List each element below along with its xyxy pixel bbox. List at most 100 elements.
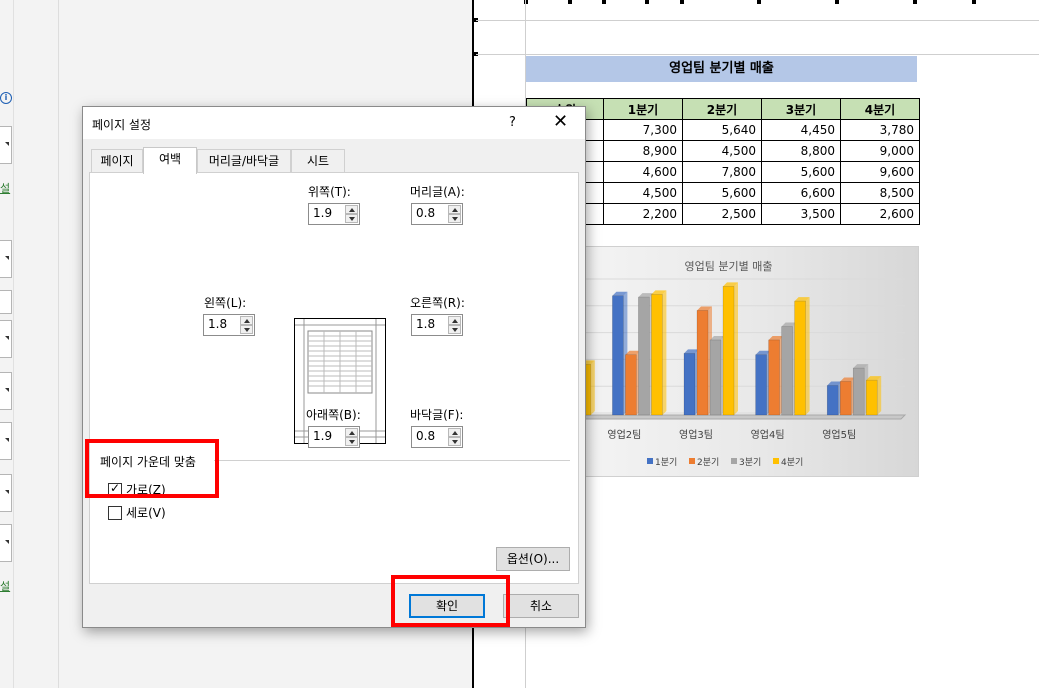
margin-handle[interactable] xyxy=(680,0,684,4)
vertical-checkbox[interactable] xyxy=(108,506,122,520)
category-label: 영업2팀 xyxy=(607,428,641,441)
margin-handle[interactable] xyxy=(568,0,572,4)
bottom-margin-value: 1.9 xyxy=(313,429,333,443)
tab-header-footer[interactable]: 머리글/바닥글 xyxy=(197,149,291,172)
bottom-margin-spinner[interactable]: 1.9 xyxy=(308,426,360,448)
settings-link[interactable]: 설 xyxy=(0,578,10,594)
chart-bar xyxy=(781,326,793,416)
page-preview-graphic xyxy=(295,319,385,443)
spin-up-button[interactable] xyxy=(345,205,358,214)
chart-bar xyxy=(852,367,865,416)
chevron-down-icon xyxy=(5,388,9,392)
highlight-box xyxy=(85,439,219,498)
table-cell: 3,500 xyxy=(761,203,841,225)
spin-down-button[interactable] xyxy=(240,325,253,334)
legend-swatch xyxy=(773,458,779,464)
page-setup-dialog: 페이지 설정 ? ✕ 페이지 여백 머리글/바닥글 시트 위쪽(T): 1.9 … xyxy=(82,106,586,628)
vertical-label[interactable]: 세로(V) xyxy=(126,504,166,521)
chart-bar xyxy=(755,354,767,416)
cancel-button[interactable]: 취소 xyxy=(503,594,579,618)
tab-margins[interactable]: 여백 xyxy=(143,147,197,174)
bar-side xyxy=(734,282,738,415)
arrow-up-icon xyxy=(349,431,355,435)
legend-label: 2분기 xyxy=(697,457,719,468)
spin-down-button[interactable] xyxy=(345,437,358,446)
chevron-down-icon xyxy=(5,256,9,260)
arrow-down-icon xyxy=(244,328,250,332)
spin-up-button[interactable] xyxy=(345,428,358,437)
footer-margin-spinner[interactable]: 0.8 xyxy=(411,426,463,448)
dropdown-stub[interactable] xyxy=(0,372,12,410)
arrow-down-icon xyxy=(452,217,458,221)
left-margin-value: 1.8 xyxy=(208,317,228,331)
right-margin-spinner[interactable]: 1.8 xyxy=(411,314,463,336)
margin-handle[interactable] xyxy=(972,0,976,4)
left-margin-spinner[interactable]: 1.8 xyxy=(203,314,255,336)
margin-guide xyxy=(476,54,1039,55)
chart-bar xyxy=(696,310,709,416)
spin-down-button[interactable] xyxy=(345,214,358,223)
table-header: 1분기 xyxy=(603,98,683,120)
chart-bar xyxy=(768,339,780,416)
chevron-down-icon xyxy=(5,336,9,340)
table-cell: 8,800 xyxy=(761,140,841,162)
margin-handle[interactable] xyxy=(757,0,761,4)
table-header: 2분기 xyxy=(682,98,762,120)
margin-handle[interactable] xyxy=(913,0,917,4)
top-margin-spinner[interactable]: 1.9 xyxy=(308,203,360,225)
legend-label: 1분기 xyxy=(655,457,677,468)
chart-floor xyxy=(545,414,907,420)
spin-down-button[interactable] xyxy=(448,214,461,223)
highlight-box xyxy=(391,575,510,627)
input-stub[interactable] xyxy=(0,290,12,314)
dropdown-stub[interactable] xyxy=(0,524,12,562)
spin-up-button[interactable] xyxy=(240,316,253,325)
info-icon[interactable]: i xyxy=(0,92,12,104)
dropdown-stub[interactable] xyxy=(0,422,12,460)
arrow-up-icon xyxy=(349,208,355,212)
table-cell: 8,500 xyxy=(840,182,920,204)
header-margin-label: 머리글(A): xyxy=(410,185,465,199)
legend-swatch xyxy=(689,458,695,464)
bar-side xyxy=(805,297,810,415)
arrow-up-icon xyxy=(452,319,458,323)
chevron-down-icon xyxy=(5,540,9,544)
header-margin-spinner[interactable]: 0.8 xyxy=(411,203,463,225)
margin-handle[interactable] xyxy=(835,0,839,4)
dropdown-stub[interactable] xyxy=(0,320,12,358)
table-cell: 4,500 xyxy=(682,140,762,162)
right-margin-label: 오른쪽(R): xyxy=(410,296,465,310)
table-cell: 5,600 xyxy=(761,161,841,183)
tab-page[interactable]: 페이지 xyxy=(91,149,143,172)
settings-link[interactable]: 설 xyxy=(0,180,10,196)
group-divider xyxy=(214,460,570,461)
chevron-down-icon xyxy=(5,490,9,494)
chart-bar xyxy=(839,381,852,416)
chart-bar xyxy=(625,354,637,416)
margins-panel: 위쪽(T): 1.9 머리글(A): 0.8 왼쪽(L): 1.8 오른쪽(R)… xyxy=(89,172,579,584)
margin-handle[interactable] xyxy=(602,0,606,4)
category-label: 영업3팀 xyxy=(679,428,713,441)
table-cell: 7,300 xyxy=(603,119,683,141)
dropdown-stub[interactable] xyxy=(0,474,12,512)
table-cell: 9,000 xyxy=(840,140,920,162)
spin-up-button[interactable] xyxy=(448,428,461,437)
dropdown-stub[interactable] xyxy=(0,240,12,278)
spin-up-button[interactable] xyxy=(448,316,461,325)
close-icon[interactable]: ✕ xyxy=(553,111,568,132)
dropdown-stub[interactable] xyxy=(0,126,12,164)
options-button[interactable]: 옵션(O)... xyxy=(496,547,570,571)
table-cell: 9,600 xyxy=(840,161,920,183)
tab-sheet[interactable]: 시트 xyxy=(291,149,345,172)
spin-down-button[interactable] xyxy=(448,437,461,446)
bottom-margin-label: 아래쪽(B): xyxy=(306,408,361,422)
chevron-down-icon xyxy=(5,142,9,146)
top-margin-label: 위쪽(T): xyxy=(308,185,351,199)
help-button[interactable]: ? xyxy=(509,115,516,130)
spin-up-button[interactable] xyxy=(448,205,461,214)
footer-margin-label: 바닥글(F): xyxy=(410,408,464,422)
spin-down-button[interactable] xyxy=(448,325,461,334)
category-label: 영업5팀 xyxy=(822,428,856,441)
chart-bar xyxy=(638,296,650,416)
margin-handle[interactable] xyxy=(645,0,649,4)
